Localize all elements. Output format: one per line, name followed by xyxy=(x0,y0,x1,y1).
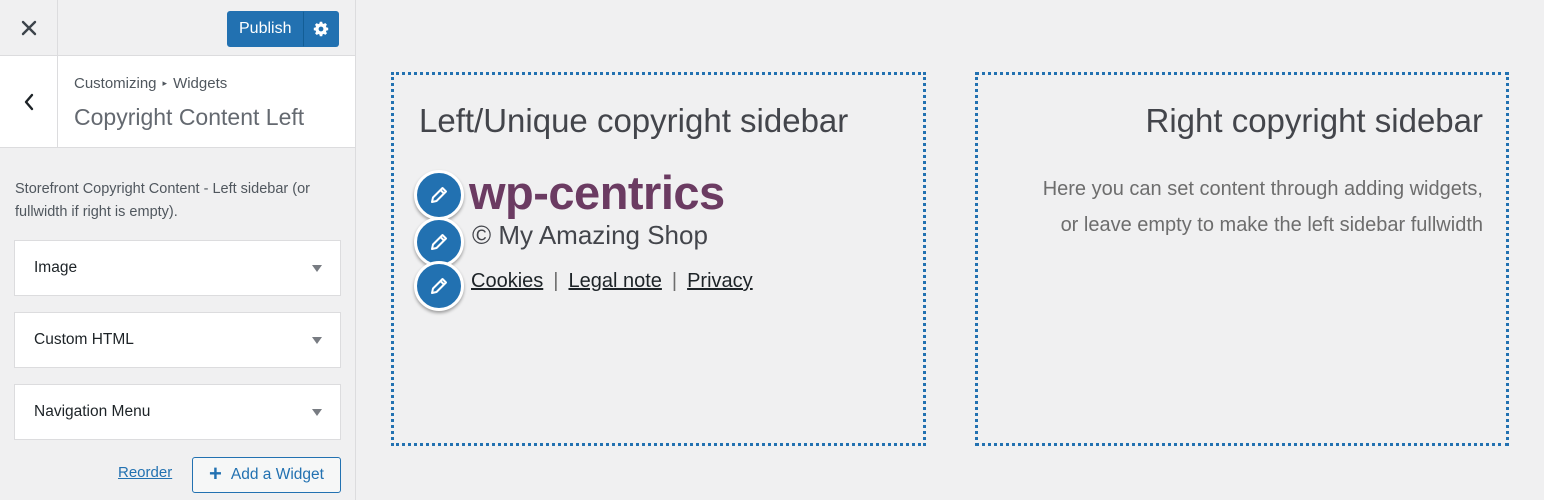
footer-menu: Cookies | Legal note | Privacy xyxy=(471,270,753,293)
edit-custom-html-widget-button[interactable] xyxy=(414,217,464,267)
add-widget-label: Add a Widget xyxy=(230,466,324,483)
expand-arrow-icon[interactable] xyxy=(312,408,322,416)
copyright-text: © My Amazing Shop xyxy=(472,220,708,250)
plus-icon: + xyxy=(209,461,222,486)
right-copyright-sidebar: Right copyright sidebar Here you can set… xyxy=(975,72,1509,446)
section-title: Copyright Content Left xyxy=(74,104,305,130)
right-desc-line: or leave empty to make the left sidebar … xyxy=(1060,214,1483,236)
expand-arrow-icon[interactable] xyxy=(312,264,322,272)
right-sidebar-title: Right copyright sidebar xyxy=(1145,102,1483,139)
widget-title: Image xyxy=(34,259,78,276)
pencil-icon xyxy=(431,234,447,250)
link-separator: | xyxy=(671,270,678,292)
publish-settings-button[interactable] xyxy=(303,11,340,47)
close-customizer-button[interactable] xyxy=(0,0,58,56)
widget-navigation-menu[interactable]: Navigation Menu xyxy=(14,384,341,440)
back-button[interactable] xyxy=(0,56,58,147)
section-header: Customizing ▸ Widgets Copyright Content … xyxy=(0,56,355,148)
right-desc-line: Here you can set content through adding … xyxy=(1042,178,1483,200)
close-icon xyxy=(21,20,36,36)
publish-button[interactable]: Publish xyxy=(227,11,304,47)
customizer-header: Publish xyxy=(0,0,355,56)
left-sidebar-title: Left/Unique copyright sidebar xyxy=(419,102,849,139)
brand-logo-text: wp-centrics xyxy=(469,166,725,219)
breadcrumb-item: Widgets xyxy=(173,75,228,92)
footer-link-cookies[interactable]: Cookies xyxy=(471,270,543,293)
publish-group: Publish xyxy=(227,11,340,47)
expand-arrow-icon[interactable] xyxy=(312,336,322,344)
edit-navigation-menu-widget-button[interactable] xyxy=(414,261,464,311)
pencil-icon xyxy=(431,278,447,294)
edit-image-widget-button[interactable] xyxy=(414,170,464,220)
section-description: Storefront Copyright Content - Left side… xyxy=(15,181,310,220)
right-sidebar-description: Here you can set content through adding … xyxy=(1043,171,1483,243)
widget-custom-html[interactable]: Custom HTML xyxy=(14,312,341,368)
left-copyright-sidebar: Left/Unique copyright sidebar wp-centric… xyxy=(391,72,926,446)
footer-link-legal-note[interactable]: Legal note xyxy=(568,270,661,293)
widget-image[interactable]: Image xyxy=(14,240,341,296)
breadcrumb-item: Customizing xyxy=(74,75,157,92)
reorder-link[interactable]: Reorder xyxy=(118,464,172,481)
widget-title: Custom HTML xyxy=(34,331,134,348)
breadcrumb: Customizing ▸ Widgets xyxy=(74,75,227,92)
link-separator: | xyxy=(553,270,559,292)
chevron-left-icon xyxy=(24,93,33,110)
footer-link-privacy[interactable]: Privacy xyxy=(687,270,753,293)
customizer-sidebar: Publish Customizing ▸ Widgets Copyright … xyxy=(0,0,356,500)
add-widget-button[interactable]: + Add a Widget xyxy=(192,457,341,493)
gear-icon xyxy=(314,21,329,37)
breadcrumb-separator-icon: ▸ xyxy=(162,78,168,88)
pencil-icon xyxy=(431,187,447,203)
site-preview: Left/Unique copyright sidebar wp-centric… xyxy=(356,0,1544,500)
widget-title: Navigation Menu xyxy=(34,403,151,420)
